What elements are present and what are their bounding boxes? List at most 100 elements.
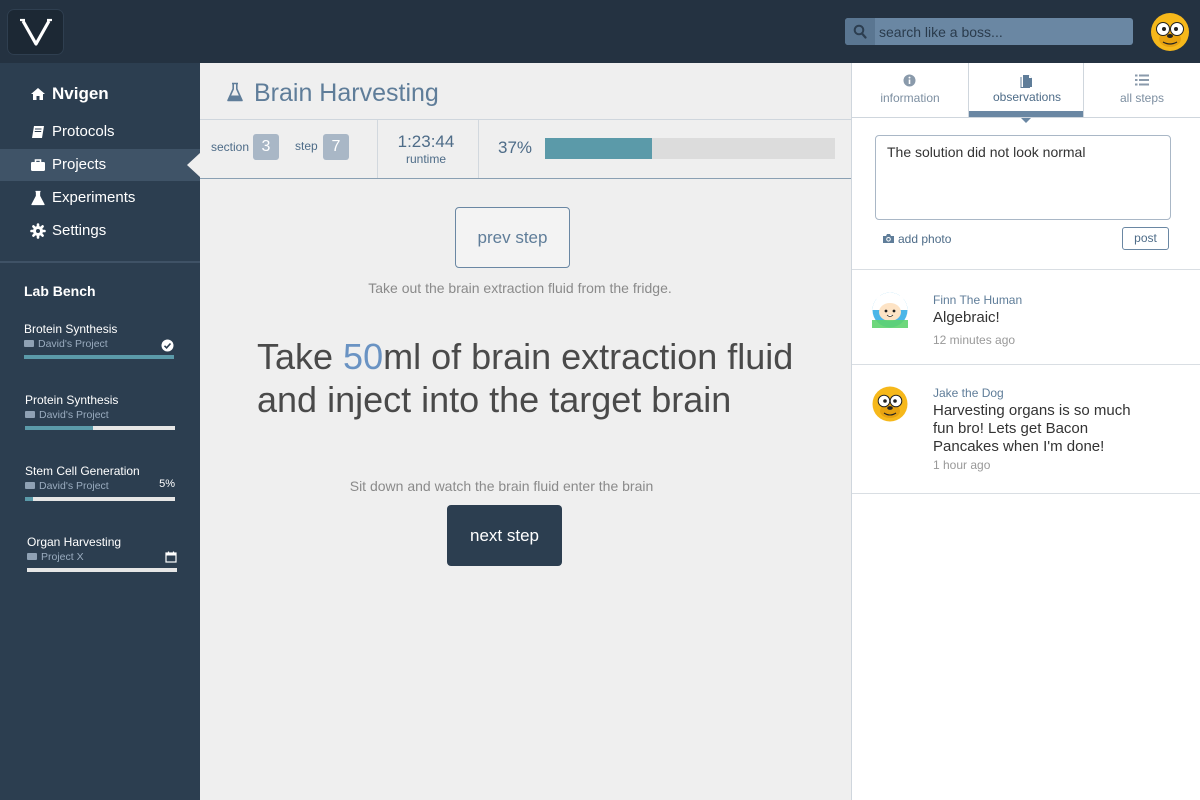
divider [377, 120, 378, 178]
bench-item-name: Organ Harvesting [27, 535, 122, 549]
avatar[interactable] [872, 292, 908, 328]
book-icon [32, 126, 44, 138]
gear-icon [30, 223, 46, 239]
comment-timestamp: 12 minutes ago [933, 333, 1016, 347]
prev-step-description: Take out the brain extraction fluid from… [368, 280, 672, 296]
sidebar-item-label: Settings [52, 222, 107, 239]
progress-percent: 37% [498, 138, 533, 157]
add-photo-button[interactable]: add photo [882, 232, 951, 246]
bench-project-label: Project X [41, 551, 84, 563]
bench-item-stem-cell-generation[interactable]: Stem Cell Generation David's Project 5% [25, 464, 177, 514]
bench-status-percent: 5% [159, 478, 175, 490]
search-box [845, 18, 1133, 45]
protocol-progress-fill [545, 138, 653, 159]
home-icon [31, 88, 45, 100]
bench-item-name: Stem Cell Generation [25, 464, 140, 478]
runtime-value: 1:23:44 [397, 132, 455, 151]
camera-icon [883, 234, 894, 243]
top-bar [0, 0, 1200, 63]
bench-project-label: David's Project [39, 409, 109, 421]
flask-icon [227, 82, 243, 102]
tab-information[interactable]: information [852, 63, 968, 117]
divider [852, 269, 1200, 270]
calendar-icon [165, 551, 177, 563]
step-label: step [295, 139, 318, 153]
briefcase-icon [27, 553, 37, 560]
info-icon [903, 74, 916, 87]
next-step-button[interactable]: next step [447, 505, 562, 566]
divider [478, 120, 479, 178]
instruction-text-pre: Take [257, 336, 344, 377]
step-badge: 7 [323, 134, 349, 160]
bench-progress-bar [27, 568, 177, 572]
briefcase-icon [25, 482, 35, 489]
bench-progress-fill [25, 426, 93, 430]
tab-label: information [880, 91, 940, 105]
runtime-label: runtime [405, 152, 446, 166]
tab-underline [852, 117, 1200, 118]
search-input[interactable] [879, 18, 1129, 45]
protocol-progress-bar [545, 138, 835, 159]
right-panel: information observations all steps The s… [851, 63, 1200, 800]
bench-item-name: Brotein Synthesis [24, 322, 118, 336]
sidebar-item-protocols[interactable]: Protocols [0, 116, 200, 148]
post-button[interactable]: post [1122, 227, 1169, 250]
flask-icon [31, 190, 45, 206]
comment-timestamp: 1 hour ago [933, 458, 991, 472]
briefcase-icon [25, 411, 35, 418]
divider [852, 364, 1200, 365]
document-icon [1020, 75, 1032, 88]
bench-item-project: David's Project [25, 480, 109, 492]
search-button[interactable] [845, 18, 875, 45]
app-logo[interactable] [7, 9, 64, 55]
sidebar: Nvigen Protocols Projects Experiments Se… [0, 63, 200, 800]
main-content: Brain Harvesting section 3 step 7 1:23:4… [200, 63, 851, 800]
observation-input[interactable]: The solution did not look normal [875, 135, 1171, 220]
current-step-instruction: Take 50ml of brain extraction fluid and … [257, 335, 837, 421]
sidebar-divider [0, 261, 200, 263]
sidebar-item-label: Experiments [52, 189, 136, 206]
user-avatar[interactable] [1150, 12, 1190, 52]
logo-v-icon [20, 18, 52, 46]
bench-project-label: David's Project [39, 480, 109, 492]
add-photo-label: add photo [898, 232, 952, 246]
instruction-highlight-quantity: 50 [343, 336, 384, 377]
bench-project-label: David's Project [38, 338, 108, 350]
sidebar-brand-home[interactable]: Nvigen [0, 78, 200, 110]
tab-all-steps[interactable]: all steps [1084, 63, 1200, 117]
tab-label: observations [992, 90, 1062, 104]
sidebar-item-label: Projects [52, 156, 107, 173]
search-icon [853, 24, 867, 39]
sidebar-item-settings[interactable]: Settings [0, 215, 200, 247]
step-status-bar: section 3 step 7 1:23:44 runtime 37% [200, 119, 851, 179]
check-circle-icon [161, 339, 174, 352]
section-badge: 3 [253, 134, 279, 160]
bench-progress-bar [25, 426, 175, 430]
prev-step-button[interactable]: prev step [455, 207, 570, 268]
divider [852, 493, 1200, 494]
bench-item-project: David's Project [25, 409, 109, 421]
bench-item-project: David's Project [24, 338, 108, 350]
next-step-description: Sit down and watch the brain fluid enter… [349, 478, 654, 494]
list-icon [1135, 74, 1149, 86]
bench-item-protein-synthesis[interactable]: Protein Synthesis David's Project [25, 393, 177, 443]
comment-author[interactable]: Finn The Human [933, 293, 1022, 307]
bench-item-project: Project X [27, 551, 84, 563]
comment-text: Algebraic! [933, 309, 1000, 326]
comment-text: Harvesting organs is so much fun bro! Le… [933, 402, 1131, 455]
tab-observations[interactable]: observations [968, 63, 1084, 123]
bench-item-organ-harvesting[interactable]: Organ Harvesting Project X [27, 535, 179, 585]
comment-author[interactable]: Jake the Dog [933, 386, 1004, 400]
briefcase-icon [31, 159, 45, 171]
briefcase-icon [24, 340, 34, 347]
sidebar-item-projects[interactable]: Projects [0, 149, 200, 181]
page-title: Brain Harvesting [226, 79, 439, 108]
bench-progress-bar [25, 497, 175, 501]
avatar[interactable] [872, 386, 908, 422]
sidebar-item-experiments[interactable]: Experiments [0, 182, 200, 214]
bench-item-brotein-synthesis[interactable]: Brotein Synthesis David's Project [24, 322, 176, 372]
bench-item-name: Protein Synthesis [25, 393, 119, 407]
bench-progress-bar [24, 355, 174, 359]
tab-label: all steps [1119, 91, 1165, 105]
bench-progress-fill [25, 497, 33, 501]
